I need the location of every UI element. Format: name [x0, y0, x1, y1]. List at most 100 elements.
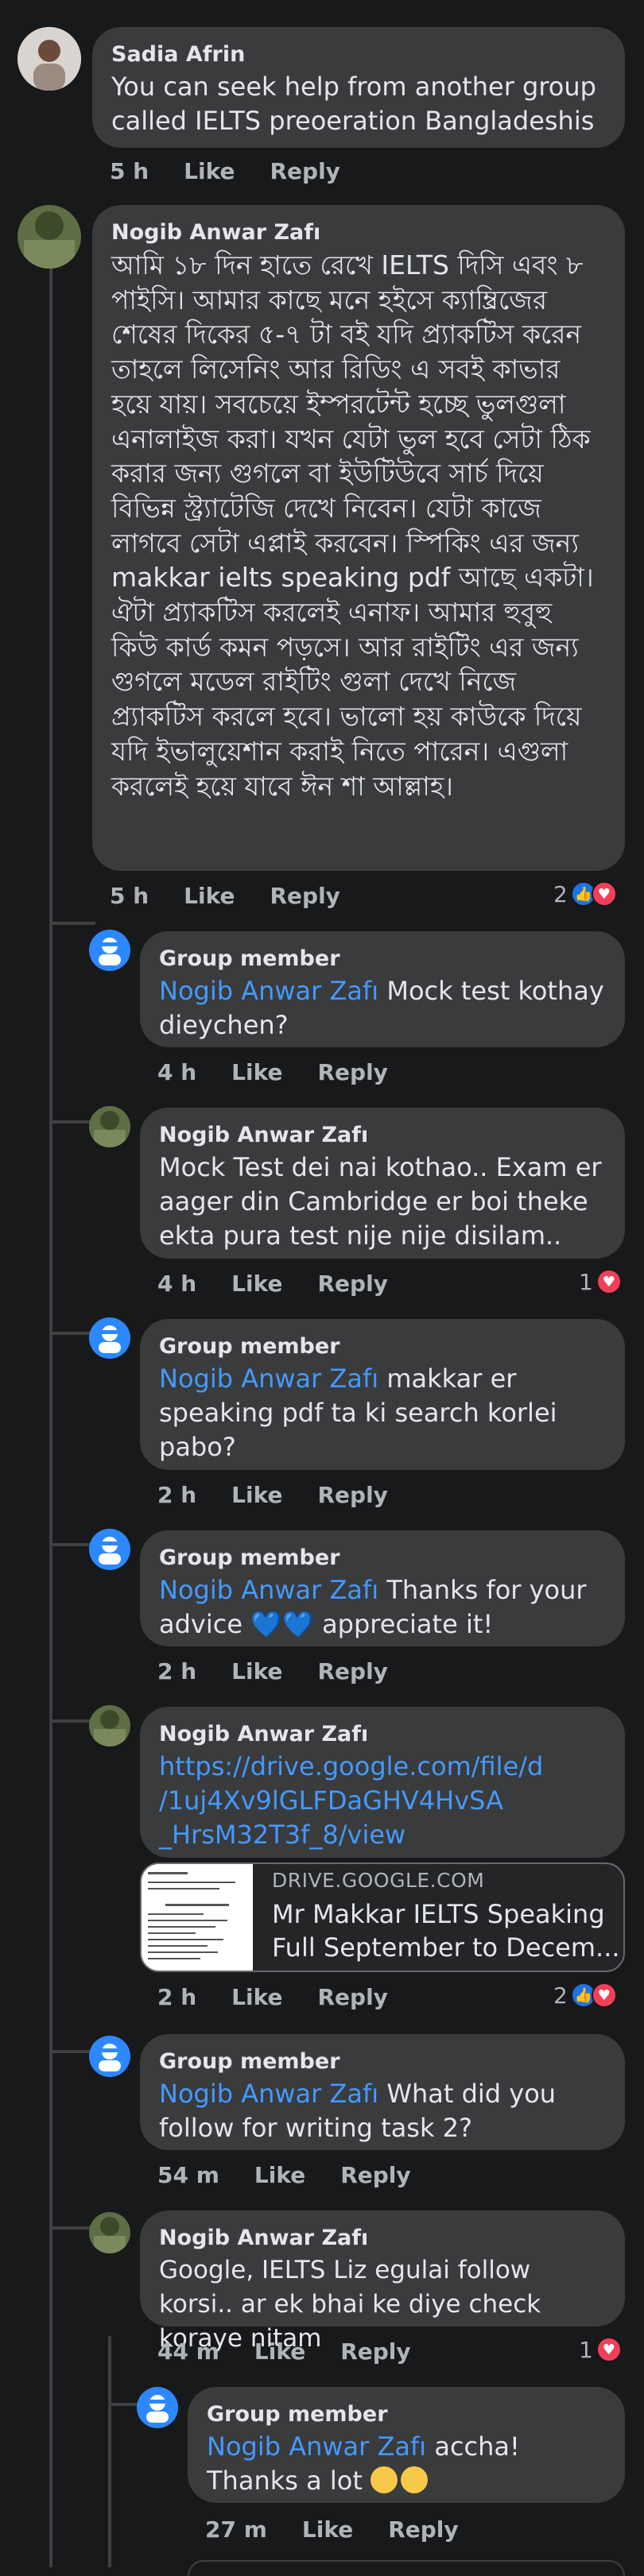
- mention-link[interactable]: Nogib Anwar Zafı: [159, 1575, 378, 1605]
- like-button[interactable]: Like: [302, 2516, 353, 2543]
- comment-time[interactable]: 2 h: [157, 1984, 196, 2010]
- comment-actions: 2 h Like Reply: [157, 1982, 423, 2013]
- comment-author[interactable]: Nogib Anwar Zafı: [159, 2223, 606, 2253]
- comment-author[interactable]: Nogib Anwar Zafı: [159, 1120, 606, 1151]
- comment-actions: 44 m Like Reply: [157, 2336, 446, 2368]
- avatar[interactable]: [17, 27, 81, 91]
- comment-bubble: Sadia Afrin You can seek help from anoth…: [92, 27, 625, 148]
- comment-bubble: Nogib Anwar Zafı Mock Test dei nai kotha…: [140, 1108, 625, 1259]
- comment-text-end: appreciate it!: [313, 1609, 494, 1639]
- mention-link[interactable]: Nogib Anwar Zafı: [159, 2079, 378, 2109]
- reply-connector: [49, 922, 95, 925]
- mention-link[interactable]: Nogib Anwar Zafı: [207, 2431, 426, 2462]
- comment-author[interactable]: Group member: [159, 1543, 606, 1573]
- comment-text: You can seek help from another group cal…: [111, 72, 596, 136]
- comment-time[interactable]: 4 h: [157, 1271, 196, 1297]
- reply-button[interactable]: Reply: [270, 883, 339, 909]
- link-line: _HrsM32T3f_8/view: [159, 1820, 406, 1850]
- group-member-avatar[interactable]: [89, 1317, 130, 1359]
- comment-time[interactable]: 5 h: [110, 158, 149, 184]
- comment-text: আমি ১৮ দিন হাতে রেখে IELTS দিসি এবং ৮ পা…: [111, 249, 594, 802]
- preview-domain: DRIVE.GOOGLE.COM: [272, 1869, 485, 1892]
- comment-bubble: Group member Nogib Anwar Zafı Mock test …: [140, 931, 625, 1047]
- heart-icon: ♥: [591, 1982, 617, 2008]
- mention-link[interactable]: Nogib Anwar Zafı: [159, 1363, 378, 1394]
- comment-time[interactable]: 44 m: [157, 2338, 219, 2365]
- reply-button[interactable]: Reply: [340, 2162, 410, 2188]
- comment-time[interactable]: 4 h: [157, 1059, 196, 1085]
- preview-thumbnail: [142, 1864, 253, 1971]
- like-button[interactable]: Like: [231, 1984, 282, 2010]
- link-line: /1uj4Xv9lGLFDaGHV4HvSA: [159, 1785, 503, 1816]
- comment-time[interactable]: 2 h: [157, 1482, 196, 1508]
- preview-title: Mr Makkar IELTS Speaking Full September …: [272, 1899, 620, 1963]
- like-button[interactable]: Like: [254, 2338, 305, 2365]
- like-button[interactable]: Like: [184, 883, 235, 909]
- smile-emoji-icon: [401, 2466, 429, 2493]
- comment-actions: 27 m Like Reply: [205, 2514, 494, 2546]
- comment-actions: 4 h Like Reply: [157, 1268, 423, 1300]
- group-member-avatar[interactable]: [89, 2036, 130, 2077]
- comment-author[interactable]: Nogib Anwar Zafı: [111, 218, 606, 248]
- link-preview-card[interactable]: DRIVE.GOOGLE.COM Mr Makkar IELTS Speakin…: [140, 1862, 625, 1972]
- comment-author[interactable]: Nogib Anwar Zafı: [159, 1719, 606, 1750]
- comment-author[interactable]: Group member: [159, 2047, 606, 2077]
- comment-time[interactable]: 27 m: [205, 2516, 267, 2543]
- comment-text: Mock Test dei nai kothao.. Exam er aager…: [159, 1152, 602, 1251]
- comment-time[interactable]: 2 h: [157, 1658, 196, 1684]
- comment-author[interactable]: Group member: [159, 944, 606, 974]
- avatar[interactable]: [17, 205, 81, 269]
- group-member-avatar[interactable]: [137, 2387, 178, 2428]
- comment-actions: 5 h Like Reply: [110, 156, 375, 188]
- comment-bubble: Group member Nogib Anwar Zafı makkar er …: [140, 1319, 625, 1470]
- avatar[interactable]: [89, 1106, 130, 1147]
- reaction-count: 2: [553, 1982, 568, 2009]
- like-button[interactable]: Like: [184, 158, 235, 184]
- mention-link[interactable]: Nogib Anwar Zafı: [159, 976, 378, 1006]
- like-button[interactable]: Like: [231, 1271, 282, 1297]
- like-button[interactable]: Like: [231, 1059, 282, 1085]
- like-button[interactable]: Like: [231, 1482, 282, 1508]
- thread-line-main: [49, 258, 52, 2567]
- comment-actions: 5 h Like Reply: [110, 880, 375, 912]
- comment-time[interactable]: 54 m: [157, 2162, 219, 2188]
- reaction-summary[interactable]: 2 👍 ♥: [553, 1982, 617, 2009]
- comment-bubble: Group member Nogib Anwar Zafı What did y…: [140, 2034, 625, 2150]
- reply-button[interactable]: Reply: [317, 1271, 387, 1297]
- like-button[interactable]: Like: [231, 1658, 282, 1684]
- reply-connector: [108, 2403, 140, 2406]
- reply-button[interactable]: Reply: [317, 1059, 387, 1085]
- smile-emoji-icon: [370, 2466, 398, 2493]
- reply-button[interactable]: Reply: [317, 1482, 387, 1508]
- reply-button[interactable]: Reply: [317, 1984, 387, 2010]
- comment-time[interactable]: 5 h: [110, 883, 149, 909]
- reply-button[interactable]: Reply: [340, 2338, 410, 2365]
- avatar[interactable]: [89, 1705, 130, 1746]
- like-button[interactable]: Like: [254, 2162, 305, 2188]
- reaction-summary[interactable]: 2 👍 ♥: [553, 880, 617, 907]
- avatar[interactable]: [89, 2212, 130, 2253]
- reaction-summary[interactable]: 1 ♥: [579, 2336, 622, 2363]
- comment-actions: 4 h Like Reply: [157, 1057, 423, 1089]
- link-line: https://drive.google.com/file/d: [159, 1751, 544, 1781]
- heart-icon: ♥: [591, 881, 617, 907]
- comment-bubble: Group member Nogib Anwar Zafı accha! Tha…: [188, 2387, 625, 2503]
- comment-bubble: Nogib Anwar Zafı Google, IELTS Liz egula…: [140, 2210, 625, 2353]
- blue-heart-emoji: 💙💙: [250, 1609, 314, 1639]
- reply-button[interactable]: Reply: [388, 2516, 458, 2543]
- reply-button[interactable]: Reply: [270, 158, 339, 184]
- drive-link[interactable]: https://drive.google.com/file/d /1uj4Xv9…: [159, 1750, 606, 1852]
- comment-bubble: Nogib Anwar Zafı https://drive.google.co…: [140, 1707, 625, 1858]
- comment-bubble: Group member Nogib Anwar Zafı Thanks for…: [140, 1530, 625, 1646]
- comment-author[interactable]: Group member: [159, 1332, 606, 1362]
- comment-bubble: Nogib Anwar Zafı আমি ১৮ দিন হাতে রেখে IE…: [92, 205, 625, 871]
- comment-author[interactable]: Sadia Afrin: [111, 40, 606, 70]
- reaction-summary[interactable]: 1 ♥: [579, 1268, 622, 1295]
- reply-button[interactable]: Reply: [317, 1658, 387, 1684]
- group-member-avatar[interactable]: [89, 1529, 130, 1570]
- comment-actions: 2 h Like Reply: [157, 1479, 423, 1511]
- reaction-count: 2: [553, 880, 568, 907]
- comment-author[interactable]: Group member: [207, 2400, 606, 2430]
- reaction-count: 1: [579, 1268, 593, 1295]
- group-member-avatar[interactable]: [89, 930, 130, 971]
